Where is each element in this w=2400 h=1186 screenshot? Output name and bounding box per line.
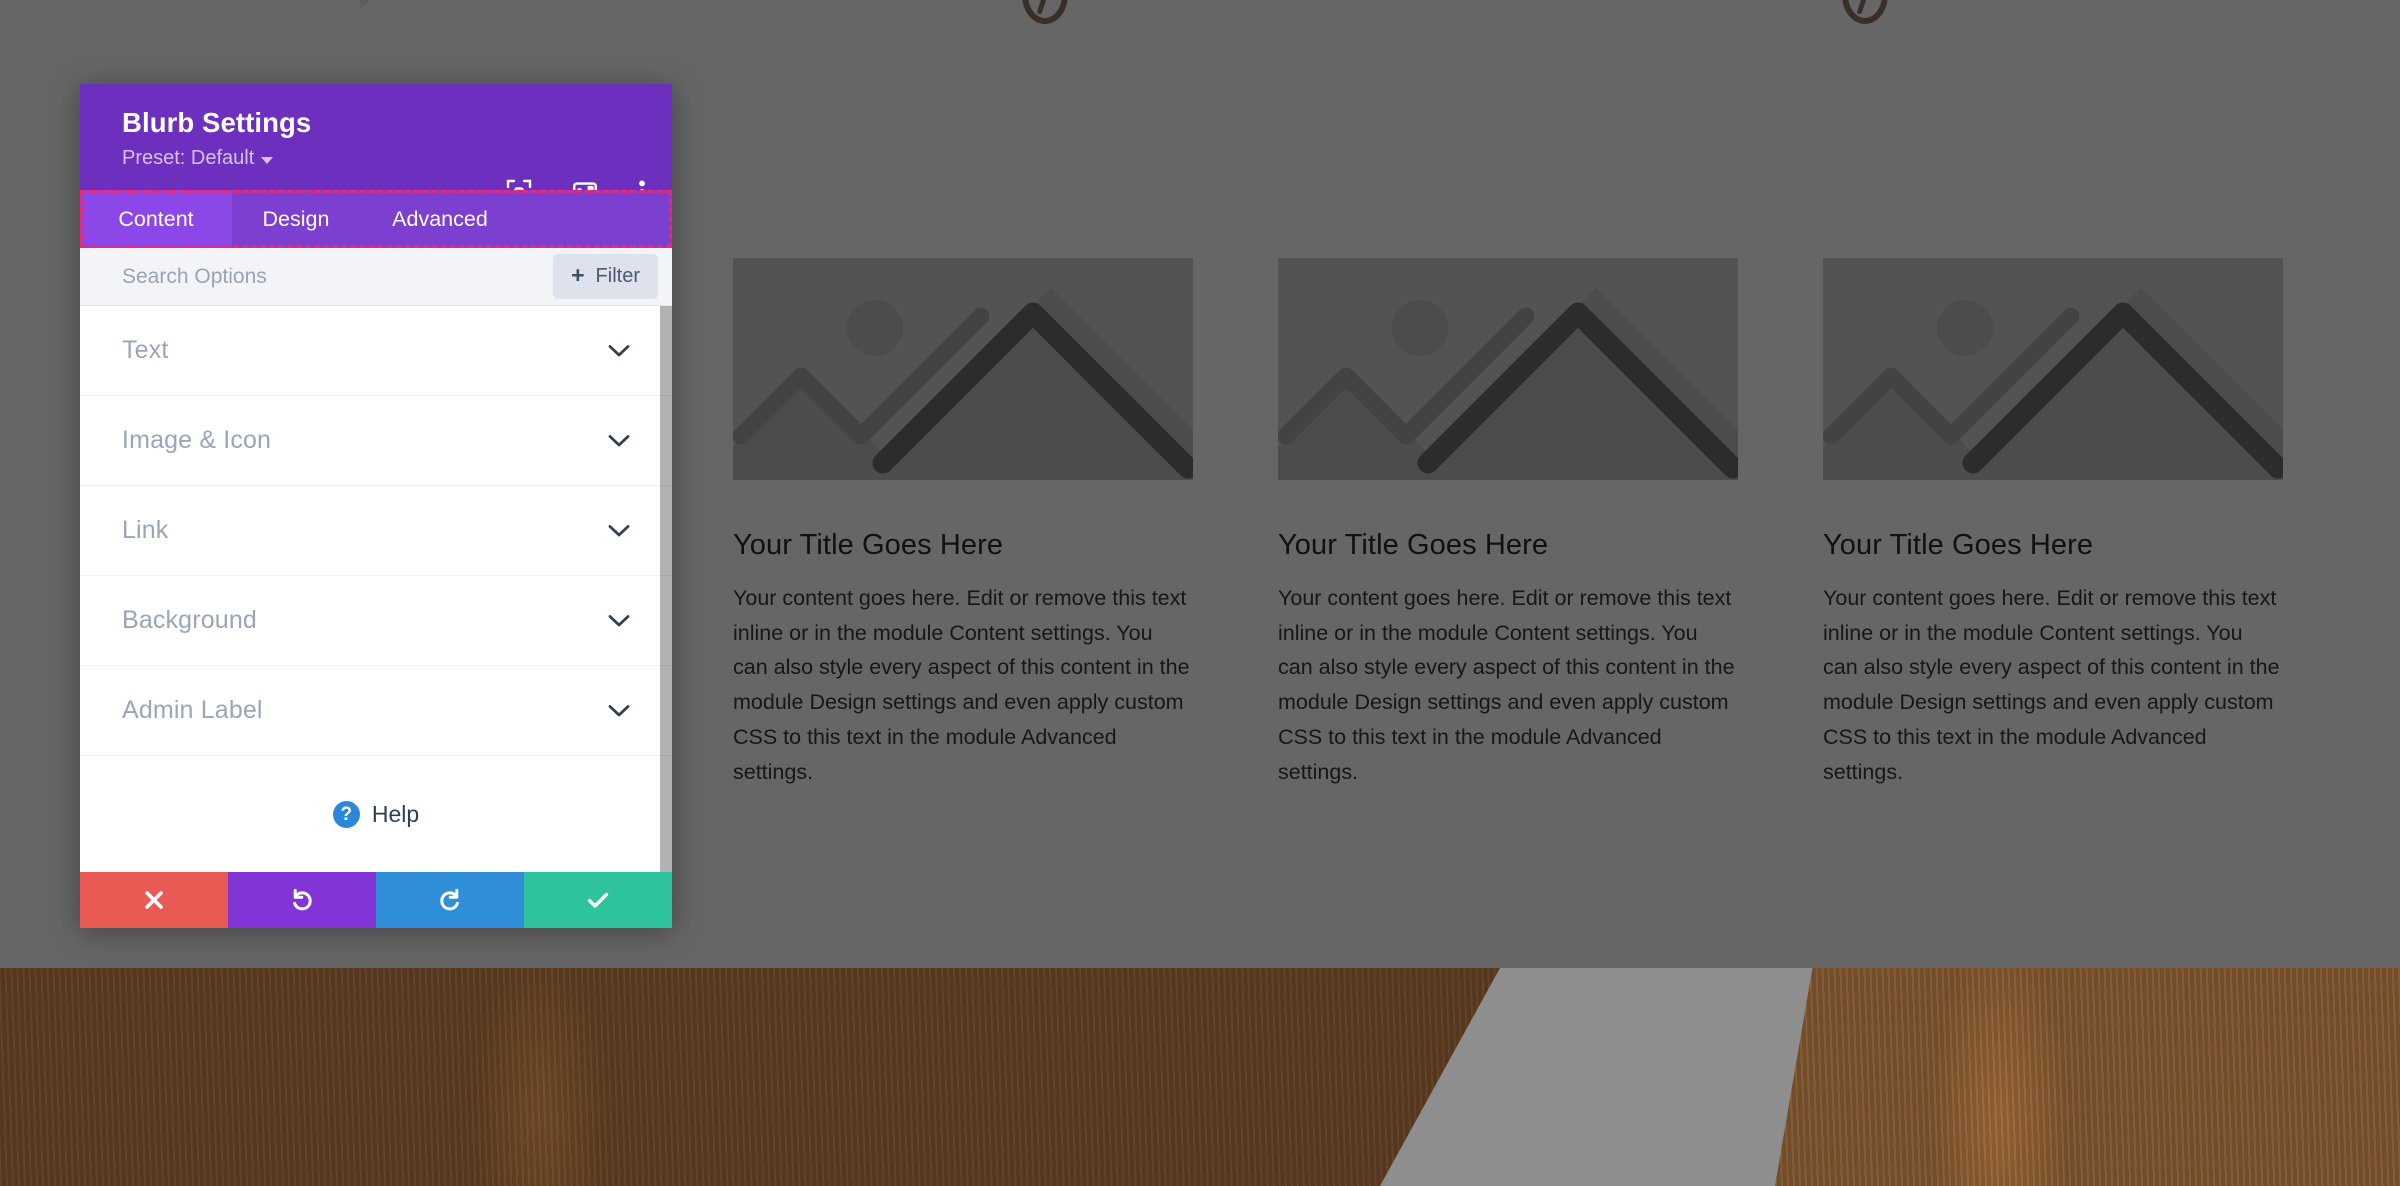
accordion-label: Image & Icon <box>122 426 272 455</box>
accordion-label: Link <box>122 516 169 545</box>
bread-photo <box>1775 968 2400 1186</box>
tab-advanced[interactable]: Advanced <box>360 190 520 248</box>
chevron-down-icon <box>608 524 630 538</box>
chevron-down-icon <box>261 156 274 164</box>
hero-photo-right <box>1775 968 2400 1186</box>
cancel-button[interactable] <box>80 872 228 929</box>
panel-scrollbar[interactable] <box>660 306 672 873</box>
redo-icon <box>440 889 459 911</box>
help-link[interactable]: ? Help <box>80 756 672 873</box>
settings-accordion: Text Image & Icon Link Background Admin … <box>80 306 672 873</box>
question-mark-icon: ? <box>332 800 360 828</box>
search-input[interactable] <box>122 264 554 289</box>
filter-button[interactable]: + Filter <box>553 254 658 300</box>
search-options-row: + Filter <box>80 248 672 307</box>
page-title: Blurb Settings <box>122 107 312 138</box>
modal-footer <box>80 872 672 929</box>
tab-bar: Content Design Advanced <box>80 190 672 249</box>
accordion-section-admin-label[interactable]: Admin Label <box>80 666 672 757</box>
app-canvas: Your Title Goes Here Your content goes h… <box>0 0 2400 1186</box>
accordion-label: Admin Label <box>122 696 263 725</box>
undo-icon <box>293 889 312 911</box>
tab-design[interactable]: Design <box>232 190 360 248</box>
save-button[interactable] <box>524 872 672 929</box>
blurb-settings-modal[interactable]: Blurb Settings Preset: Default Content D… <box>80 84 672 929</box>
accordion-section-text[interactable]: Text <box>80 306 672 397</box>
hero-photo-strip <box>0 968 2400 1186</box>
checkmark-icon <box>587 893 609 908</box>
chevron-down-icon <box>608 434 630 448</box>
accordion-section-background[interactable]: Background <box>80 576 672 667</box>
hero-photo-left <box>0 968 1500 1186</box>
help-label: Help <box>371 800 420 827</box>
tab-content[interactable]: Content <box>80 190 232 249</box>
redo-button[interactable] <box>376 872 524 929</box>
chevron-down-icon <box>608 344 630 358</box>
undo-button[interactable] <box>228 872 376 929</box>
filter-button-label: Filter <box>595 265 640 288</box>
bread-photo <box>0 968 1500 1186</box>
accordion-section-link[interactable]: Link <box>80 486 672 577</box>
preset-selector[interactable]: Preset: Default <box>122 147 274 170</box>
plus-icon: + <box>571 262 585 289</box>
modal-header: Blurb Settings Preset: Default <box>80 84 672 205</box>
accordion-label: Text <box>122 336 169 365</box>
preset-label: Preset: Default <box>122 147 255 170</box>
chevron-down-icon <box>608 704 630 718</box>
accordion-label: Background <box>122 606 257 635</box>
chevron-down-icon <box>608 614 630 628</box>
close-icon <box>145 891 163 910</box>
accordion-section-image-icon[interactable]: Image & Icon <box>80 396 672 487</box>
